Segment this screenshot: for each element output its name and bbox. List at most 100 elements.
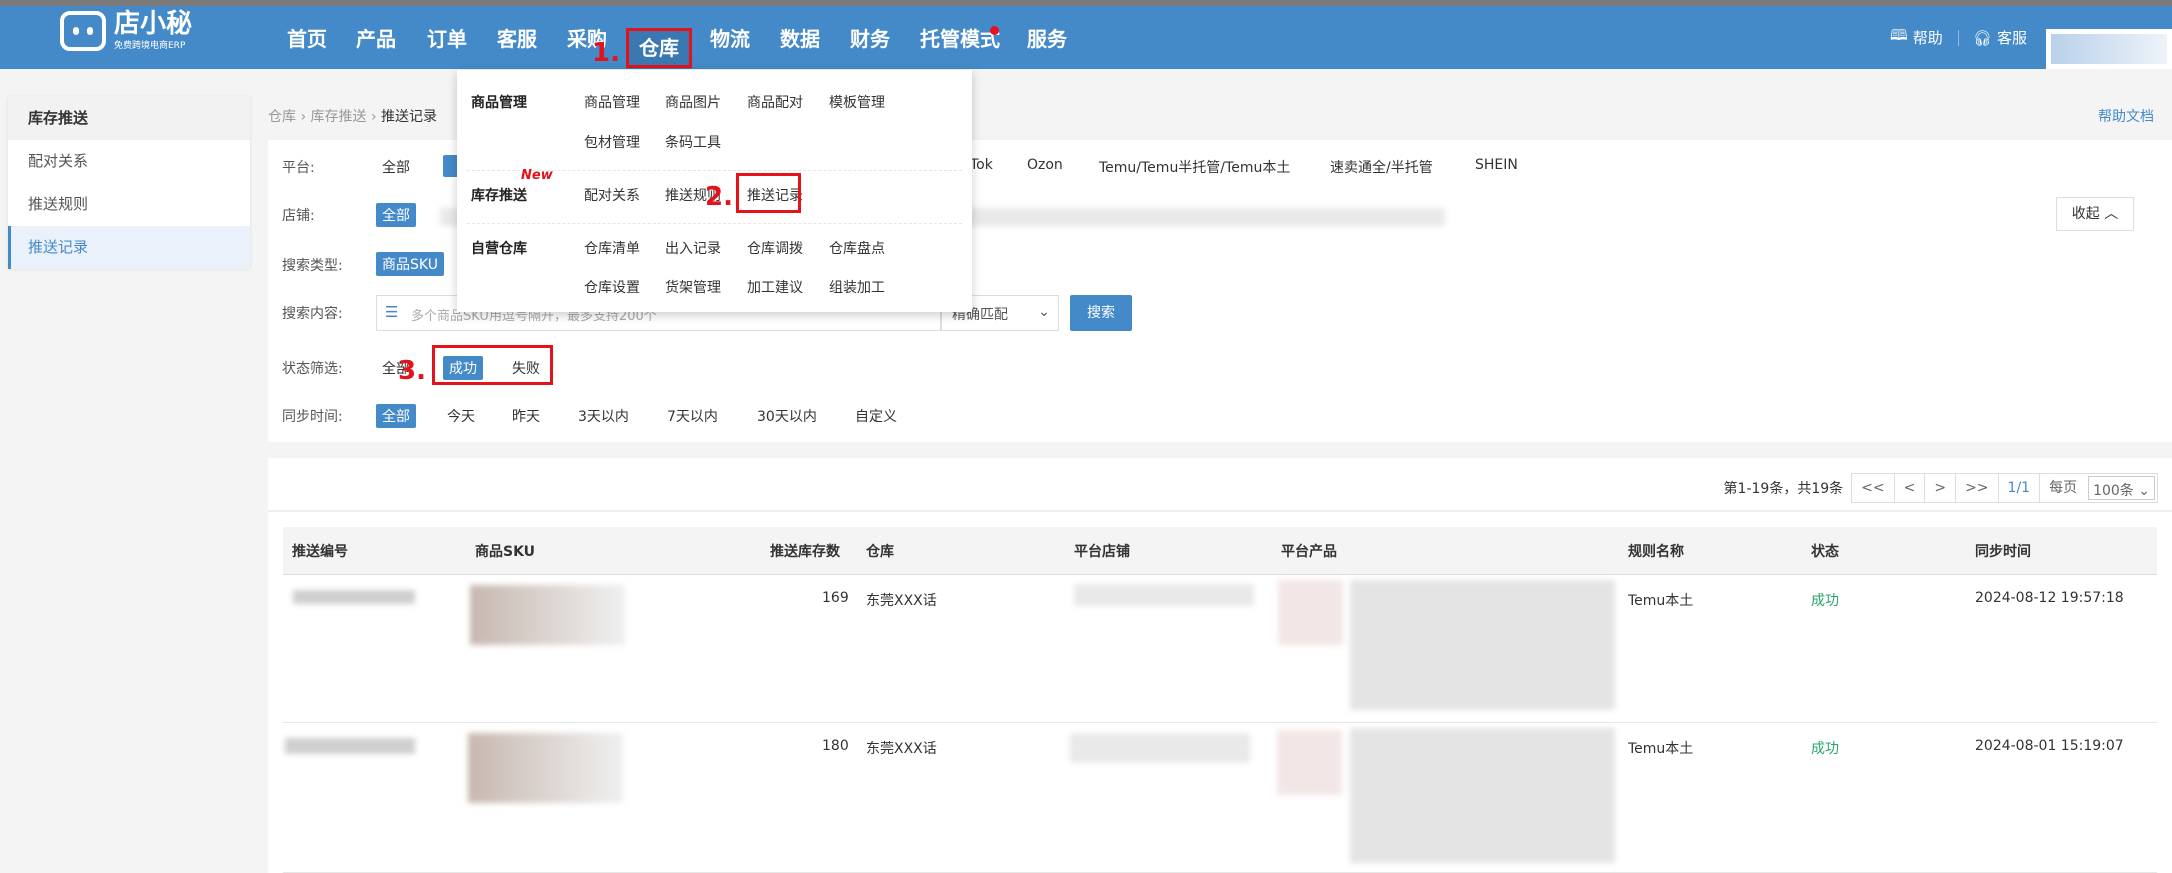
warehouse-dropdown-menu: 商品管理 商品管理 商品图片 商品配对 模板管理 包材管理 条码工具 New 库… (457, 70, 972, 312)
menu-item[interactable]: 加工建议 (747, 277, 803, 297)
headset-icon: 🎧︎ (1973, 28, 1993, 47)
nav-hosting[interactable]: 托管模式 (920, 23, 1000, 52)
status-label: 状态筛选: (282, 361, 343, 377)
time-today[interactable]: 今天 (447, 406, 475, 426)
platform-all[interactable]: 全部 (382, 157, 410, 177)
customer-service-link[interactable]: 🎧︎ 客服 (1973, 6, 2027, 69)
robot-logo-icon (60, 10, 106, 51)
time-all-tag[interactable]: 全部 (376, 404, 416, 428)
user-info-blurred (2051, 34, 2167, 64)
menu-item[interactable]: 条码工具 (665, 132, 721, 152)
table-header (283, 527, 2157, 575)
product-title-blurred (1350, 580, 1615, 710)
nav-products[interactable]: 产品 (356, 23, 396, 52)
search-type-label: 搜索类型: (282, 258, 343, 274)
product-image-blurred (1278, 580, 1343, 645)
menu-item[interactable]: 配对关系 (584, 185, 640, 205)
menu-item[interactable]: 仓库调拨 (747, 238, 803, 258)
sku-image-blurred (470, 585, 625, 645)
pagination: 第1-19条，共19条 << < > >> 1/1 每页 100条 ⌄ (1724, 473, 2158, 503)
crumb-stock-push[interactable]: 库存推送 (311, 109, 367, 125)
time-3days[interactable]: 3天以内 (578, 406, 629, 426)
annotation-box-3 (432, 345, 553, 385)
time-30days[interactable]: 30天以内 (757, 406, 817, 426)
notification-dot (990, 26, 999, 35)
shop-all-tag[interactable]: 全部 (376, 203, 416, 227)
annotation-label-1: 1. (592, 38, 620, 68)
menu-item[interactable]: 仓库清单 (584, 238, 640, 258)
menu-item[interactable]: 货架管理 (665, 277, 721, 297)
platform-temu[interactable]: Temu/Temu半托管/Temu本土 (1099, 157, 1290, 177)
platform-ozon[interactable]: Ozon (1027, 157, 1063, 173)
platform-aliexpress[interactable]: 速卖通全/半托管 (1330, 157, 1433, 177)
crumb-current: 推送记录 (381, 109, 437, 125)
platform-label: 平台: (282, 160, 315, 176)
per-page-label: 每页 (2049, 480, 2078, 496)
nav-home[interactable]: 首页 (287, 23, 327, 52)
per-page-select[interactable]: 100条 ⌄ (2088, 476, 2155, 500)
help-link[interactable]: 🕮 帮助 (1890, 6, 1943, 69)
chevron-down-icon: ⌄ (1038, 304, 1050, 320)
time-custom[interactable]: 自定义 (855, 406, 897, 426)
last-page-button[interactable]: >> (1956, 474, 1999, 502)
status-badge: 成功 (1811, 593, 1839, 609)
collapse-button[interactable]: 收起 ︿ (2056, 197, 2134, 231)
shop-blurred (1070, 733, 1250, 763)
per-page-value: 100条 (2093, 483, 2134, 499)
nav-finance[interactable]: 财务 (850, 23, 890, 52)
nav-orders[interactable]: 订单 (427, 23, 467, 52)
sidebar-item-push-records[interactable]: 推送记录 (8, 226, 250, 269)
menu-section-stock-push: 库存推送 (471, 188, 527, 204)
shop-blurred (1074, 584, 1254, 606)
nav-services[interactable]: 服务 (1027, 23, 1067, 52)
time-yesterday[interactable]: 昨天 (512, 406, 540, 426)
sync-time: 2024-08-01 15:19:07 (1975, 738, 2124, 754)
first-page-button[interactable]: << (1852, 474, 1895, 502)
menu-divider (467, 223, 962, 224)
rule-name: Temu本土 (1628, 593, 1694, 609)
nav-logistics[interactable]: 物流 (710, 23, 750, 52)
prev-page-button[interactable]: < (1895, 474, 1926, 502)
warehouse-name: 东莞XXX话 (866, 741, 937, 757)
menu-item[interactable]: 模板管理 (829, 92, 885, 112)
time-7days[interactable]: 7天以内 (667, 406, 718, 426)
menu-section-own-warehouse: 自营仓库 (471, 241, 527, 257)
next-page-button[interactable]: > (1925, 474, 1957, 502)
logo[interactable]: 店小秘 免费跨境电商ERP (60, 10, 192, 51)
rule-name: Temu本土 (1628, 741, 1694, 757)
menu-item[interactable]: 商品管理 (584, 92, 640, 112)
col-platform-product: 平台产品 (1281, 544, 1337, 560)
search-button[interactable]: 搜索 (1070, 295, 1132, 331)
annotation-box-1 (626, 28, 692, 68)
menu-item[interactable]: 出入记录 (665, 238, 721, 258)
page-indicator[interactable]: 1/1 (1999, 474, 2041, 502)
push-qty: 169 (822, 590, 849, 606)
col-push-id: 推送编号 (292, 544, 348, 560)
sidebar-item-pairing[interactable]: 配对关系 (8, 140, 250, 183)
platform-shein[interactable]: SHEIN (1475, 157, 1518, 173)
sku-image-blurred (468, 733, 623, 803)
push-id-blurred (293, 590, 415, 604)
crumb-warehouse[interactable]: 仓库 (268, 109, 296, 125)
help-doc-link[interactable]: 帮助文档 (2098, 106, 2154, 126)
logo-title: 店小秘 (114, 9, 193, 39)
nav-data[interactable]: 数据 (780, 23, 820, 52)
menu-section-product-mgmt: 商品管理 (471, 95, 527, 111)
sidebar-item-push-rules[interactable]: 推送规则 (8, 183, 250, 226)
warehouse-name: 东莞XXX话 (866, 593, 937, 609)
menu-item[interactable]: 包材管理 (584, 132, 640, 152)
menu-item[interactable]: 仓库盘点 (829, 238, 885, 258)
pager-summary: 第1-19条，共19条 (1723, 481, 1844, 497)
menu-item[interactable]: 商品图片 (665, 92, 721, 112)
nav-service[interactable]: 客服 (497, 23, 537, 52)
platform-tiktok[interactable]: Tok (970, 157, 993, 173)
menu-item[interactable]: 仓库设置 (584, 277, 640, 297)
col-push-qty: 推送库存数 (770, 544, 840, 560)
book-icon: 🕮 (1890, 26, 1908, 44)
sync-time-label: 同步时间: (282, 409, 343, 425)
search-type-sku-tag[interactable]: 商品SKU (376, 252, 444, 276)
menu-item[interactable]: 组装加工 (829, 277, 885, 297)
user-account-box[interactable] (2046, 29, 2172, 69)
sync-time: 2024-08-12 19:57:18 (1975, 590, 2124, 606)
menu-item[interactable]: 商品配对 (747, 92, 803, 112)
